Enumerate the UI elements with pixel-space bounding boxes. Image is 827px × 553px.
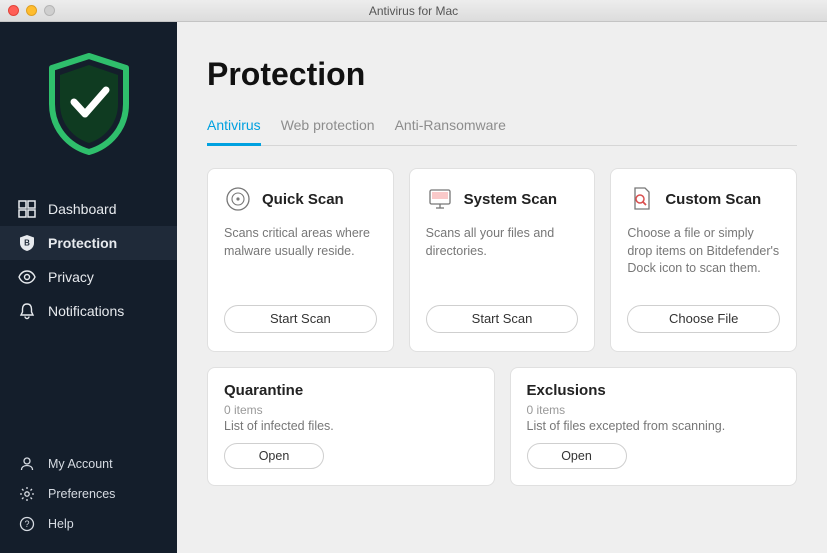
- close-window-button[interactable]: [8, 5, 19, 16]
- info-cards-row: Quarantine 0 items List of infected file…: [207, 367, 797, 486]
- nav-bottom: My Account Preferences ? Help: [0, 449, 177, 553]
- card-quarantine: Quarantine 0 items List of infected file…: [207, 367, 495, 486]
- sidebar-item-label: Privacy: [48, 269, 94, 285]
- card-desc: Choose a file or simply drop items on Bi…: [627, 225, 780, 293]
- content: Dashboard B Protection Privacy Notificat…: [0, 22, 827, 553]
- start-quick-scan-button[interactable]: Start Scan: [224, 305, 377, 333]
- card-exclusions: Exclusions 0 items List of files excepte…: [510, 367, 798, 486]
- nav-main: Dashboard B Protection Privacy Notificat…: [0, 192, 177, 328]
- traffic-lights: [8, 5, 55, 16]
- sidebar-item-label: Dashboard: [48, 201, 117, 217]
- sidebar-item-label: Notifications: [48, 303, 124, 319]
- tab-antivirus[interactable]: Antivirus: [207, 117, 261, 146]
- card-desc: Scans all your files and directories.: [426, 225, 579, 293]
- target-icon: [224, 185, 252, 213]
- scan-cards-row: Quick Scan Scans critical areas where ma…: [207, 168, 797, 352]
- dashboard-icon: [18, 200, 36, 218]
- page-title: Protection: [207, 56, 797, 93]
- card-desc: List of infected files.: [224, 419, 478, 433]
- fullscreen-window-button[interactable]: [44, 5, 55, 16]
- file-search-icon: [627, 185, 655, 213]
- sidebar-item-my-account[interactable]: My Account: [0, 449, 177, 479]
- card-title: Custom Scan: [665, 191, 761, 208]
- help-icon: ?: [18, 515, 36, 533]
- shield-icon: B: [18, 234, 36, 252]
- sidebar-item-label: Protection: [48, 235, 117, 251]
- sidebar-item-label: Preferences: [48, 487, 115, 501]
- items-count: 0 items: [527, 403, 781, 417]
- minimize-window-button[interactable]: [26, 5, 37, 16]
- eye-icon: [18, 268, 36, 286]
- svg-text:B: B: [24, 239, 30, 248]
- sidebar-item-privacy[interactable]: Privacy: [0, 260, 177, 294]
- card-desc: Scans critical areas where malware usual…: [224, 225, 377, 293]
- card-quick-scan: Quick Scan Scans critical areas where ma…: [207, 168, 394, 352]
- user-icon: [18, 455, 36, 473]
- sidebar-item-protection[interactable]: B Protection: [0, 226, 177, 260]
- sidebar: Dashboard B Protection Privacy Notificat…: [0, 22, 177, 553]
- sidebar-item-help[interactable]: ? Help: [0, 509, 177, 539]
- card-title: System Scan: [464, 191, 557, 208]
- app-logo: [0, 42, 177, 192]
- card-custom-scan: Custom Scan Choose a file or simply drop…: [610, 168, 797, 352]
- sidebar-item-label: My Account: [48, 457, 113, 471]
- items-count: 0 items: [224, 403, 478, 417]
- main: Protection Antivirus Web protection Anti…: [177, 22, 827, 553]
- sidebar-item-label: Help: [48, 517, 74, 531]
- card-title: Exclusions: [527, 382, 781, 399]
- open-exclusions-button[interactable]: Open: [527, 443, 627, 469]
- choose-file-button[interactable]: Choose File: [627, 305, 780, 333]
- svg-text:?: ?: [24, 519, 29, 529]
- monitor-icon: [426, 185, 454, 213]
- sidebar-item-notifications[interactable]: Notifications: [0, 294, 177, 328]
- titlebar: Antivirus for Mac: [0, 0, 827, 22]
- card-title: Quarantine: [224, 382, 478, 399]
- window-title: Antivirus for Mac: [0, 4, 827, 18]
- card-desc: List of files excepted from scanning.: [527, 419, 781, 433]
- open-quarantine-button[interactable]: Open: [224, 443, 324, 469]
- tab-anti-ransomware[interactable]: Anti-Ransomware: [395, 117, 506, 146]
- card-title: Quick Scan: [262, 191, 344, 208]
- sidebar-item-dashboard[interactable]: Dashboard: [0, 192, 177, 226]
- card-system-scan: System Scan Scans all your files and dir…: [409, 168, 596, 352]
- start-system-scan-button[interactable]: Start Scan: [426, 305, 579, 333]
- sidebar-item-preferences[interactable]: Preferences: [0, 479, 177, 509]
- gear-icon: [18, 485, 36, 503]
- bell-icon: [18, 302, 36, 320]
- tab-web-protection[interactable]: Web protection: [281, 117, 375, 146]
- tabs: Antivirus Web protection Anti-Ransomware: [207, 117, 797, 146]
- shield-checkmark-icon: [44, 52, 134, 156]
